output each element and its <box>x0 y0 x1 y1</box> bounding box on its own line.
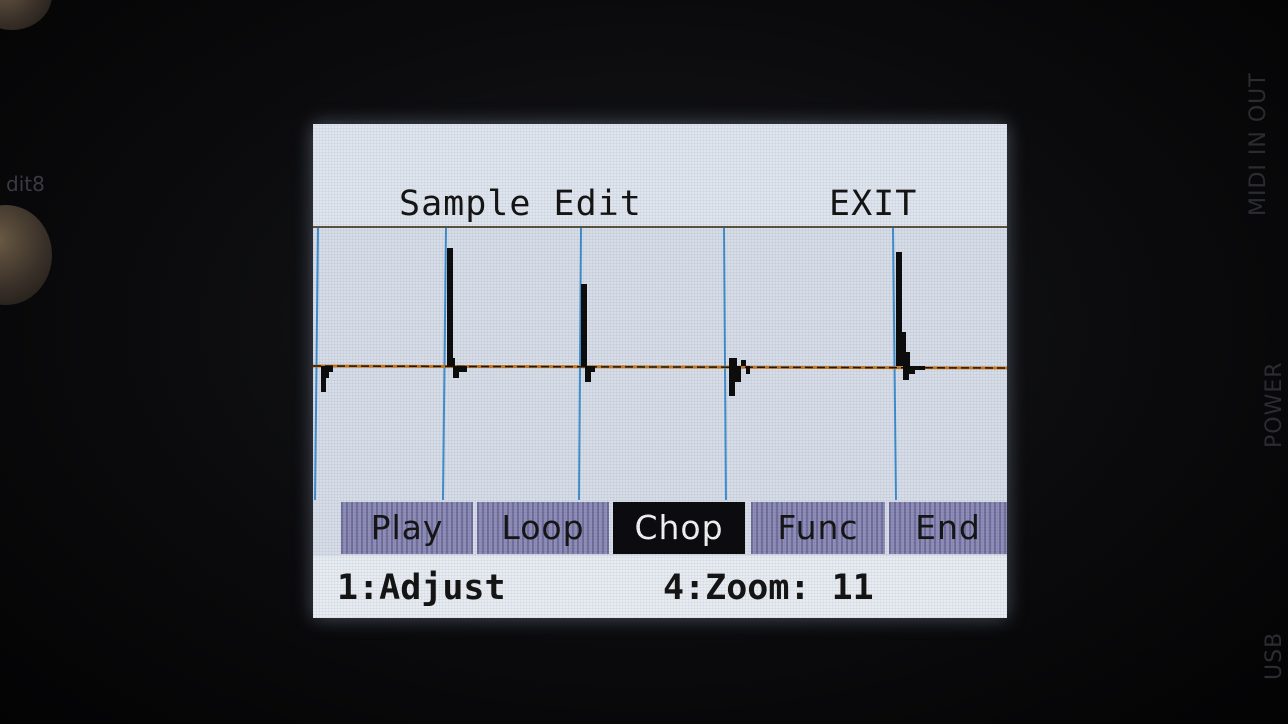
chop-marker[interactable] <box>314 228 319 500</box>
chop-marker[interactable] <box>892 228 897 500</box>
waveform-trace <box>313 248 1007 396</box>
exit-button[interactable]: EXIT <box>829 184 917 224</box>
left-knob[interactable] <box>0 205 52 305</box>
chop-marker[interactable] <box>723 228 727 500</box>
waveform-svg <box>313 228 1007 500</box>
tab-chop[interactable]: Chop <box>613 502 745 554</box>
screen-footer: 1:Adjust 4:Zoom: 11 <box>313 556 1007 618</box>
screen-header: Sample Edit EXIT <box>313 124 1007 228</box>
zoom-readout: 4:Zoom: 11 <box>663 568 874 608</box>
chop-markers <box>314 228 897 500</box>
chop-marker[interactable] <box>442 228 447 500</box>
tab-end[interactable]: End <box>889 502 1007 554</box>
page-title: Sample Edit <box>399 184 642 224</box>
lcd-screen: Sample Edit EXIT Play Loop Chop Func End… <box>313 124 1007 618</box>
power-label: POWER <box>1262 361 1287 448</box>
tab-play[interactable]: Play <box>341 502 473 554</box>
chop-marker[interactable] <box>578 228 582 500</box>
tab-func[interactable]: Func <box>751 502 885 554</box>
adjust-hint: 1:Adjust <box>337 568 506 608</box>
usb-label: USB <box>1262 631 1287 680</box>
tab-loop[interactable]: Loop <box>477 502 609 554</box>
function-tabs: Play Loop Chop Func End <box>341 502 1007 554</box>
waveform-display[interactable] <box>313 228 1007 500</box>
midi-label: MIDI IN OUT <box>1246 72 1271 216</box>
knob-label: dit8 <box>6 172 45 196</box>
top-left-knob[interactable] <box>0 0 52 30</box>
